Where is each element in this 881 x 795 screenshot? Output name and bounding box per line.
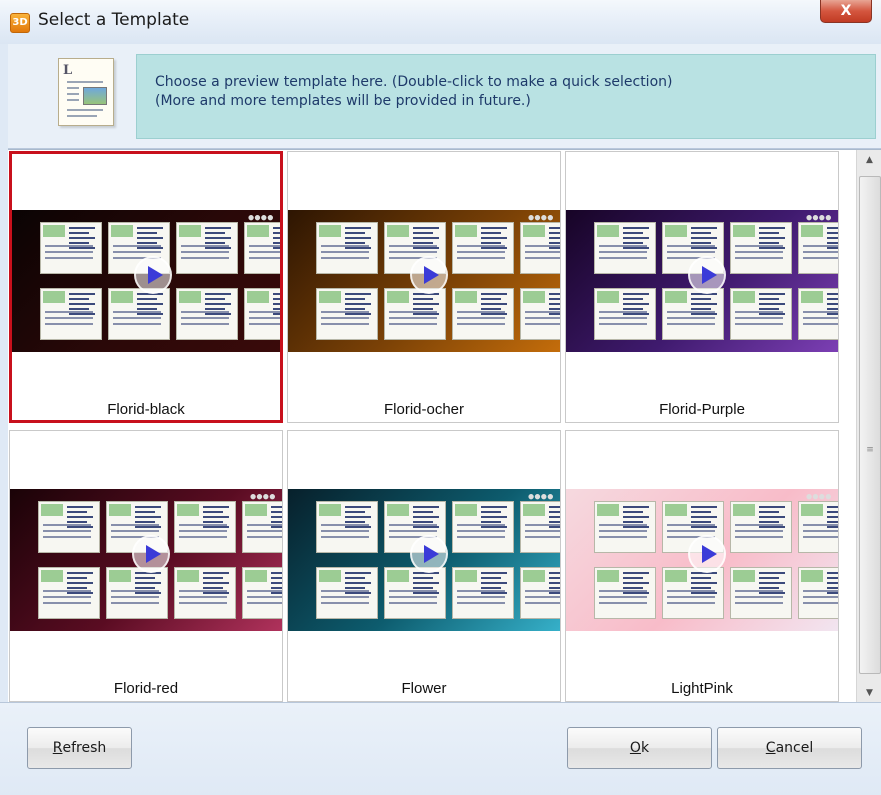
scroll-down-arrow-icon[interactable]: ▼ [857,683,881,703]
info-line-1: Choose a preview template here. (Double-… [155,74,673,90]
template-preview-image: ●●●● [566,489,838,631]
template-label: Florid-black [107,401,185,418]
template-grid: ●●●● Florid-black ●●●● Florid-ocher ●●●● Flor… [8,149,881,703]
cancel-button[interactable]: Cancel [717,727,862,769]
cancel-label: ancel [775,740,814,756]
template-preview-image: ●●●● [288,210,560,352]
refresh-accelerator: R [52,740,63,756]
preview-toolbar-icon: ●●●● [528,213,554,223]
app-icon: 3D [10,13,30,33]
refresh-label: efresh [62,740,107,756]
title-bar[interactable]: 3D Select a Template X [0,0,881,44]
template-preview-image: ●●●● [10,489,282,631]
play-icon [410,535,448,573]
dialog-footer: Refresh Ok Cancel [0,702,881,795]
template-label: Florid-red [113,680,179,697]
template-label: Flower [401,680,447,697]
close-button[interactable]: X [820,0,872,23]
ok-label: k [640,740,650,756]
ok-button[interactable]: Ok [567,727,712,769]
preview-toolbar-icon: ●●●● [806,492,832,502]
play-icon [134,256,172,294]
preview-toolbar-icon: ●●●● [528,492,554,502]
play-icon [688,535,726,573]
template-item[interactable]: ●●●● Florid-ocher [287,151,561,423]
play-icon [688,256,726,294]
preview-toolbar-icon: ●●●● [250,492,276,502]
info-line-2: (More and more templates will be provide… [155,93,531,109]
template-preview-image: ●●●● [288,489,560,631]
template-preview-image: ●●●● [566,210,838,352]
info-message-box: Choose a preview template here. (Double-… [136,54,876,139]
ok-accelerator: O [629,740,641,756]
template-item[interactable]: ●●●● Florid-Purple [565,151,839,423]
document-icon: L [58,58,114,126]
preview-toolbar-icon: ●●●● [248,213,274,223]
template-label: LightPink [671,680,733,697]
template-label: Florid-Purple [659,401,745,418]
scroll-up-arrow-icon[interactable]: ▲ [857,150,881,170]
grip-icon: ≡ [866,445,874,455]
template-label: Florid-ocher [383,401,465,418]
select-template-dialog: 3D Select a Template X L Choose a previe… [0,0,881,795]
template-item[interactable]: ●●●● Florid-black [9,151,283,423]
window-title: Select a Template [38,10,190,30]
vertical-scrollbar[interactable]: ▲ ≡ ▼ [856,150,881,703]
cancel-accelerator: C [765,740,776,756]
template-item[interactable]: ●●●● LightPink [565,430,839,702]
refresh-button[interactable]: Refresh [27,727,132,769]
template-preview-image: ●●●● [12,210,280,352]
play-icon [410,256,448,294]
scroll-thumb[interactable]: ≡ [859,176,881,674]
play-icon [132,535,170,573]
info-header: L Choose a preview template here. (Doubl… [8,44,881,149]
template-item[interactable]: ●●●● Florid-red [9,430,283,702]
preview-toolbar-icon: ●●●● [806,213,832,223]
template-item[interactable]: ●●●● Flower [287,430,561,702]
